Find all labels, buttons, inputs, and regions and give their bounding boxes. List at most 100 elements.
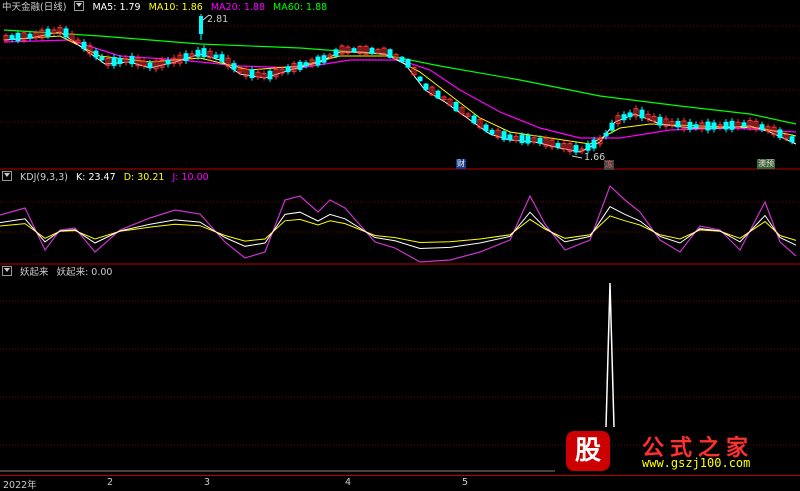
candle-body [687,121,693,130]
candle-body [147,62,153,69]
x-axis: 2022年 2 3 4 5 [0,475,800,491]
candle-body [723,121,729,130]
candle-body [333,49,339,57]
kdj-d-line [0,215,797,244]
yqm-header: 妖起来 妖起来: 0.00 [2,266,117,279]
candle-body [201,48,207,58]
ma5-label: MA5: 1.79 [92,2,141,13]
kdj-k-value: K: 23.47 [76,172,116,183]
ma20-label: MA20: 1.88 [210,2,266,13]
candle-body [63,28,69,38]
candle-body [573,145,579,153]
dropdown-icon[interactable] [2,266,12,276]
candle-body [369,47,375,54]
low-pointer [571,155,583,159]
kdj-j-value: J: 10.00 [172,172,209,183]
kdj-header: KDJ(9,3,3) K: 23.47 D: 30.21 J: 10.00 [2,171,214,184]
event-marker-dong[interactable]: 冻 [604,160,614,170]
candle-body [99,56,105,61]
candle-body [111,56,117,66]
candle-body [117,57,123,65]
candle-body [81,41,87,50]
candle-body [627,112,633,118]
high-price-label: 2.81 [207,14,229,25]
candle-body [693,124,699,128]
main-chart-panel[interactable]: 中天金融(日线) MA5: 1.79 MA10: 1.86 MA20: 1.88… [0,0,800,170]
candle-body [315,56,321,66]
x-label-may: 5 [462,477,469,488]
watermark-icon: 股 [566,431,610,471]
low-price-label: 1.66 [584,152,606,163]
candle-body [321,55,327,63]
candle-body [705,121,711,131]
candle-body [621,114,627,121]
kdj-panel[interactable]: KDJ(9,3,3) K: 23.47 D: 30.21 J: 10.00 [0,170,800,265]
candle-body [351,48,357,52]
candle-body [729,120,735,130]
dropdown-icon[interactable] [74,1,85,11]
candle-body [639,109,645,119]
candle-body [501,131,507,140]
candle-body [789,136,795,143]
candle-body [249,69,255,78]
candle-body [489,129,495,135]
signal-spike [605,282,615,428]
candle-body [417,76,423,82]
candle-body [27,33,33,39]
candle-body [585,143,591,151]
candle-body [165,59,171,65]
yqm-name: 妖起来 [20,267,49,278]
candle-body [213,54,219,58]
candle-body [711,122,717,130]
event-marker-cai[interactable]: 财 [456,159,466,169]
candle-body [759,124,765,130]
kdj-j-line [0,184,797,263]
dropdown-icon[interactable] [2,171,12,181]
x-label-apr: 4 [345,477,352,488]
candle-body [609,122,615,131]
candle-body [285,66,291,73]
candle-body [45,28,51,37]
candle-body [603,132,609,137]
candle-body [525,135,531,144]
candle-body [303,62,309,67]
kdj-k-line [0,206,797,250]
yqm-value: 妖起来: 0.00 [56,267,113,278]
ma60-label: MA60: 1.88 [273,2,328,13]
candle-body [519,134,525,144]
candle-body [483,124,489,132]
ma5-line [3,31,797,153]
candle-body [267,70,273,80]
candle-body [93,50,99,58]
candle-body [399,56,405,63]
candle-body [183,53,189,62]
kdj-d-value: D: 30.21 [123,172,165,183]
candle-body [537,137,543,144]
candle-body [219,54,225,62]
candlestick-chart [0,14,800,170]
candle-body [297,61,303,70]
kdj-chart [0,184,800,265]
candle-body [675,120,681,128]
candle-body [471,115,477,124]
watermark-logo: 股 公式之家 www.gszj100.com [560,431,800,471]
candle-body [435,90,441,99]
candle-body [453,101,459,111]
candle-body [195,49,201,57]
watermark-url: www.gszj100.com [642,456,751,470]
candle-body [555,143,561,148]
candle-body [405,58,411,68]
candle-body [657,116,663,126]
ma10-label: MA10: 1.86 [148,2,203,13]
candle-body [741,122,747,127]
candle-body [387,49,393,58]
candle-body [9,35,15,40]
candle-body [591,139,597,149]
candle-body [507,134,513,141]
candle-body [777,129,783,138]
ma60-line [3,29,797,125]
event-marker-aoyu[interactable]: 澳预 [757,159,775,169]
candle-body [129,55,135,65]
x-label-mar: 3 [204,477,211,488]
kdj-name: KDJ(9,3,3) [20,172,68,183]
